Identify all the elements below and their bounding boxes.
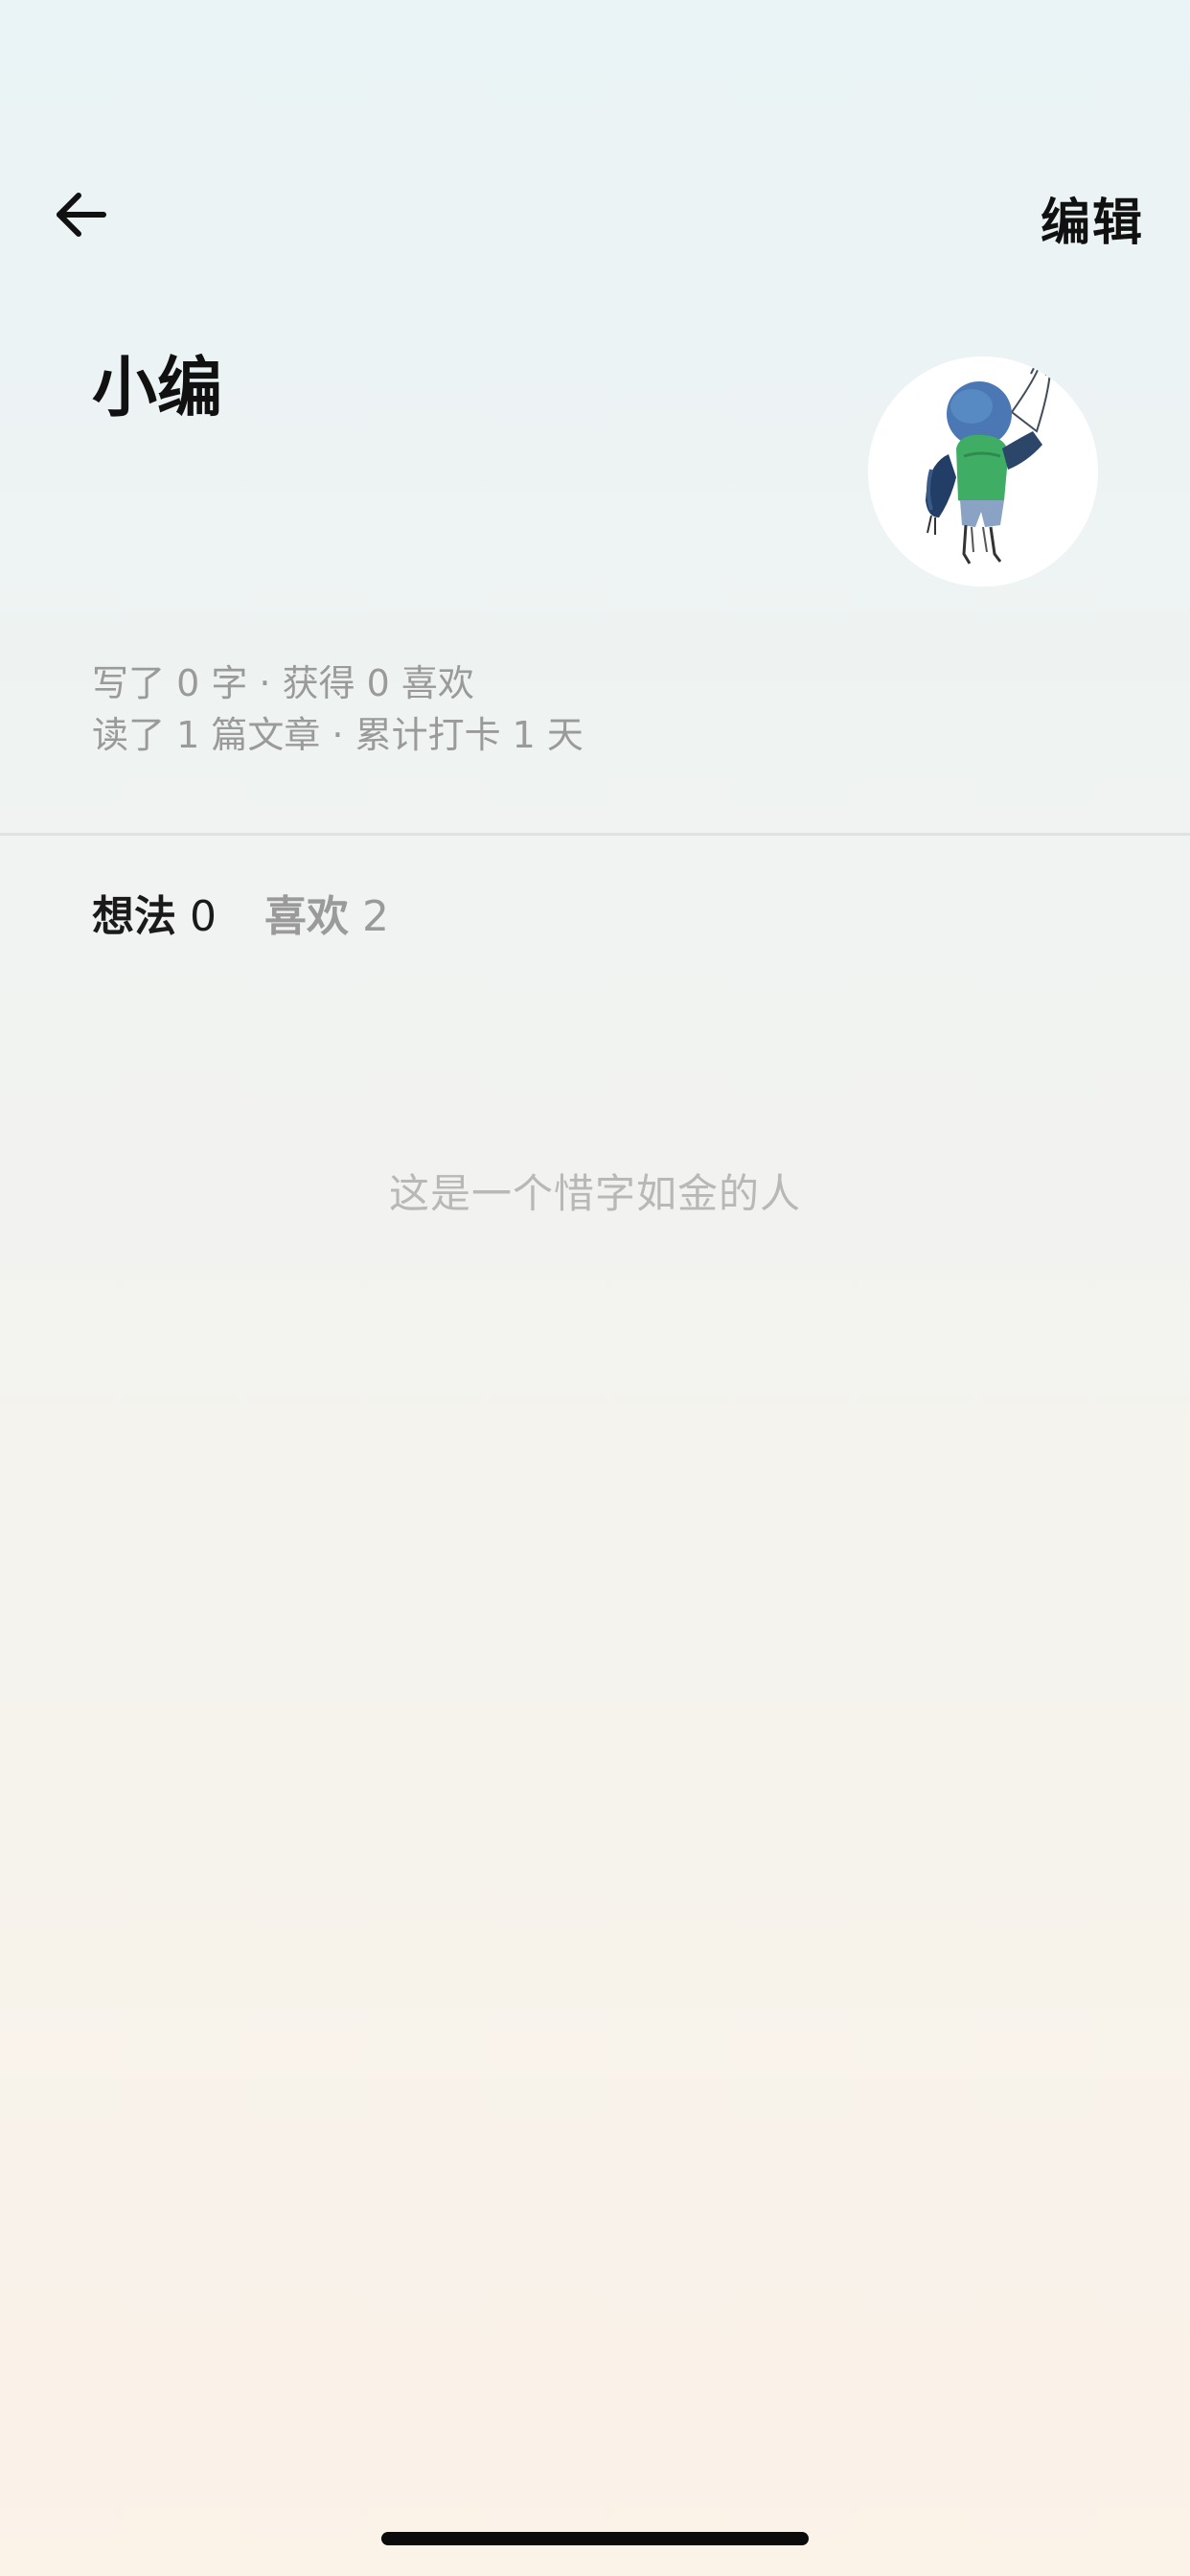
edit-button[interactable]: 编辑 bbox=[1041, 182, 1144, 254]
tab-likes-label: 喜欢 bbox=[264, 892, 349, 941]
divider bbox=[0, 833, 1190, 836]
profile-tabs: 想法 0 喜欢 2 bbox=[92, 882, 389, 943]
stats-line-words-likes: 写了 0 字 · 获得 0 喜欢 bbox=[92, 662, 474, 704]
arrow-left-icon bbox=[57, 193, 106, 237]
tab-thoughts-count: 0 bbox=[190, 892, 217, 941]
profile-stats: 写了 0 字 · 获得 0 喜欢 读了 1 篇文章 · 累计打卡 1 天 bbox=[92, 657, 584, 761]
tab-thoughts-label: 想法 bbox=[92, 892, 176, 941]
tab-thoughts[interactable]: 想法 0 bbox=[92, 882, 217, 943]
avatar-illustration-icon bbox=[868, 356, 1098, 586]
stats-line-reading-checkin: 读了 1 篇文章 · 累计打卡 1 天 bbox=[92, 714, 584, 756]
empty-state-text: 这是一个惜字如金的人 bbox=[388, 1170, 801, 1217]
tab-likes-count: 2 bbox=[362, 892, 389, 941]
top-bar: 编辑 bbox=[0, 144, 1190, 297]
home-indicator bbox=[381, 2532, 809, 2545]
profile-name: 小编 bbox=[92, 351, 223, 426]
back-button[interactable] bbox=[46, 180, 115, 249]
avatar[interactable] bbox=[868, 356, 1098, 586]
tab-likes[interactable]: 喜欢 2 bbox=[264, 882, 389, 943]
